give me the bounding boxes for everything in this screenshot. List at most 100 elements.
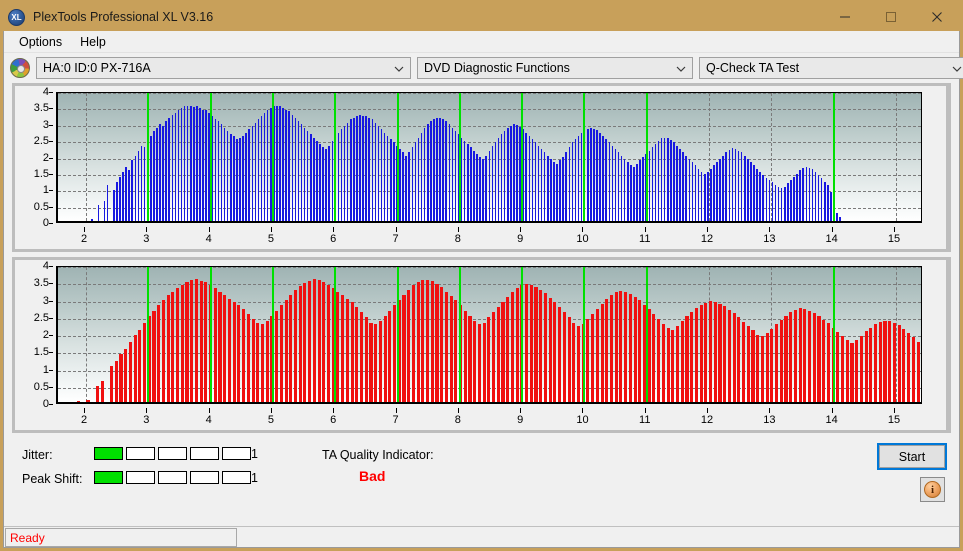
chart-bar: [152, 310, 156, 402]
x-axis-tick: [644, 408, 646, 413]
chart-bar: [812, 313, 816, 402]
chart-bar: [841, 336, 845, 402]
chart-bar: [770, 328, 774, 402]
chart-bar: [454, 130, 457, 221]
chart-bar: [477, 324, 481, 402]
chart-bar: [124, 348, 128, 402]
chart-bar: [553, 162, 555, 221]
x-axis-tick: [270, 227, 272, 232]
x-axis-tick: [208, 408, 210, 413]
x-axis-tick-label: 6: [330, 414, 337, 426]
chart-bar: [183, 106, 186, 221]
chart-bar: [439, 118, 441, 221]
y-axis-tick: [49, 335, 53, 336]
chart-bar: [239, 137, 241, 221]
chart-bar: [303, 127, 306, 221]
x-axis-tick: [582, 408, 584, 413]
chart-bar: [775, 324, 779, 402]
chart-bar: [506, 127, 509, 221]
menu-item-options[interactable]: Options: [10, 33, 71, 51]
function-select[interactable]: DVD Diagnostic Functions: [417, 57, 693, 79]
chart-bar: [341, 295, 345, 402]
x-axis-tick-label: 4: [205, 233, 212, 245]
minimize-button[interactable]: [822, 3, 868, 31]
chart-bar: [883, 320, 887, 402]
chart-bar: [359, 312, 364, 402]
test-select[interactable]: Q-Check TA Test: [699, 57, 963, 79]
chart-bar: [211, 116, 214, 221]
jitter-chart-panel: 0 0.5 1 1.5 2 2.5 3 3.5 4 2 3 4 5 6 7 8 9 10 11 12 13 14 15: [12, 83, 951, 252]
chart-bar: [186, 105, 189, 221]
y-axis-tick: [49, 206, 53, 208]
chart-bar: [620, 155, 623, 221]
track-marker-line: [147, 267, 150, 402]
chart-bar: [289, 295, 293, 402]
chart-bar: [617, 152, 620, 221]
chart-bar: [762, 175, 764, 221]
chart-bar: [346, 122, 349, 221]
chart-bar: [316, 140, 318, 221]
chart-bar: [836, 332, 840, 402]
chart-bar: [165, 121, 167, 221]
chart-bar: [444, 291, 448, 402]
chart-bar: [707, 171, 709, 221]
chart-bar: [759, 171, 761, 221]
y-axis-tick-label: 0.5: [33, 380, 49, 393]
chart-bar: [657, 319, 661, 402]
chart-bar: [500, 134, 503, 221]
track-marker-line: [396, 93, 399, 221]
chart-bar: [660, 138, 663, 221]
chart-bar: [534, 142, 537, 221]
chart-bar: [306, 130, 309, 221]
chart-bar: [328, 145, 331, 221]
track-marker-line: [396, 267, 399, 402]
chart-bar: [822, 319, 826, 402]
chart-bar: [768, 180, 771, 221]
x-axis-tick: [520, 227, 522, 232]
chart-bar: [525, 132, 527, 221]
chart-bar: [174, 112, 177, 221]
chart-bar: [814, 171, 817, 221]
chart-bar: [670, 139, 672, 221]
chart-bar: [166, 295, 170, 402]
chart-bar: [642, 157, 644, 221]
chart-bar: [546, 155, 549, 221]
chart-bar: [600, 303, 604, 402]
chart-bar: [793, 309, 797, 402]
y-axis-tick: [49, 108, 53, 110]
chart-bar: [176, 288, 180, 402]
x-axis-tick-label: 10: [576, 233, 589, 245]
drive-select[interactable]: HA:0 ID:0 PX-716A: [36, 57, 411, 79]
chart-bar: [131, 160, 134, 221]
maximize-button[interactable]: [868, 3, 914, 31]
chart-bar: [550, 158, 552, 221]
chart-bar: [750, 162, 752, 221]
chart-bar: [260, 324, 265, 402]
track-marker-line: [458, 267, 461, 402]
chart-bar: [265, 320, 269, 402]
chart-bar: [580, 132, 583, 221]
toolbar: HA:0 ID:0 PX-716A DVD Diagnostic Functio…: [4, 53, 963, 83]
menu-item-help[interactable]: Help: [71, 33, 115, 51]
chart-bar: [276, 105, 278, 221]
y-axis-tick: [49, 317, 53, 319]
meter-segment: [222, 447, 251, 460]
start-button[interactable]: Start: [877, 443, 947, 470]
chart-bar: [322, 147, 324, 221]
chart-bar: [921, 346, 922, 402]
jitter-chart-x-axis: 2 3 4 5 6 7 8 9 10 11 12 13 14 15: [15, 227, 946, 247]
peak-shift-chart-plot: [56, 266, 922, 404]
chart-bar: [451, 127, 454, 221]
chart-bar: [223, 127, 226, 221]
chart-bar: [704, 302, 708, 402]
x-axis-tick-label: 12: [700, 414, 714, 426]
chart-bar: [343, 126, 346, 221]
chart-bar: [204, 281, 208, 402]
chart-bar: [196, 106, 198, 221]
chart-bar: [568, 147, 571, 221]
track-marker-line: [832, 93, 835, 221]
info-button[interactable]: i: [920, 477, 945, 502]
close-button[interactable]: [914, 3, 960, 31]
chart-bar: [699, 305, 703, 402]
chart-bar: [553, 301, 557, 402]
